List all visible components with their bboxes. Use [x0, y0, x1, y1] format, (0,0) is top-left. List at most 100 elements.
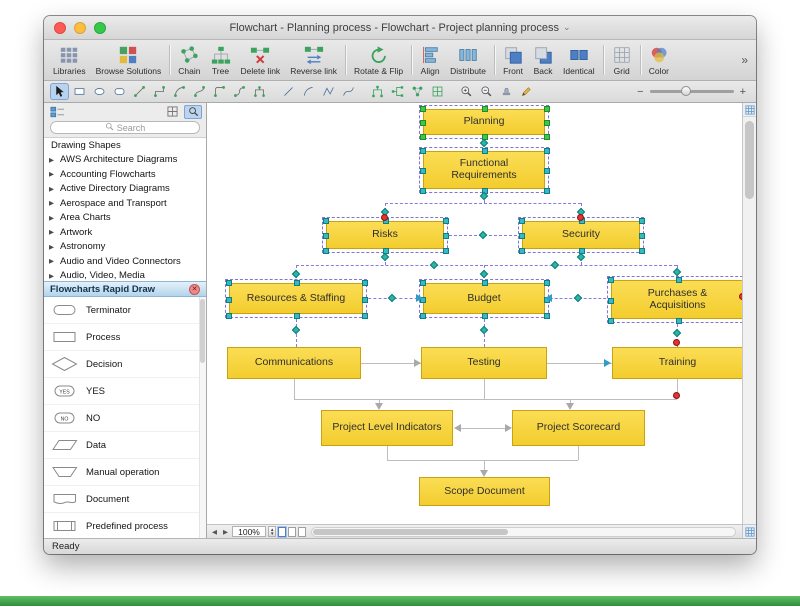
shape-item-yes[interactable]: YESYES [44, 378, 206, 405]
zoom-out-tool[interactable] [477, 83, 496, 100]
zoom-slider-track[interactable] [650, 90, 734, 93]
prev-page-button[interactable]: ◀ [210, 528, 219, 536]
vertical-scrollbar[interactable] [742, 103, 756, 524]
toolbar-back-button[interactable]: Back [528, 43, 558, 77]
selection-handle[interactable] [544, 148, 550, 154]
expand-triangle-icon[interactable]: ▶ [49, 170, 56, 178]
connector-midpoint-handle[interactable] [480, 270, 488, 278]
flowchart-node-risks[interactable]: Risks [326, 221, 444, 249]
close-window-button[interactable] [54, 22, 66, 34]
selection-handle[interactable] [676, 318, 682, 324]
flowchart-node-project-scorecard[interactable]: Project Scorecard [512, 410, 645, 446]
selection-handle[interactable] [226, 280, 232, 286]
connector-midpoint-handle[interactable] [673, 329, 681, 337]
selection-handle[interactable] [639, 218, 645, 224]
connection-point-dot[interactable] [577, 214, 584, 221]
connector-midpoint-handle[interactable] [292, 326, 300, 334]
horizontal-scrollbar[interactable] [311, 527, 736, 537]
connector-midpoint-handle[interactable] [388, 294, 396, 302]
connector-midpoint-handle[interactable] [551, 261, 559, 269]
toolbar-libraries-button[interactable]: Libraries [48, 43, 91, 77]
page-tab-1[interactable] [278, 527, 286, 537]
toolbar-rotate-flip-button[interactable]: Rotate & Flip [349, 43, 408, 77]
selection-handle[interactable] [544, 120, 550, 126]
selection-handle[interactable] [323, 233, 329, 239]
expand-triangle-icon[interactable]: ▶ [49, 272, 56, 280]
zoom-slider-thumb[interactable] [681, 86, 691, 96]
library-search-button[interactable] [184, 105, 202, 119]
selection-handle[interactable] [420, 106, 426, 112]
selection-handle[interactable] [443, 218, 449, 224]
toolbar-distribute-button[interactable]: Distribute [445, 43, 491, 77]
connector-midpoint-handle[interactable] [480, 139, 488, 147]
connector-gray-h[interactable] [294, 399, 677, 400]
toolbar-tree-button[interactable]: Tree [206, 43, 236, 77]
expand-triangle-icon[interactable]: ▶ [49, 243, 56, 251]
expand-triangle-icon[interactable]: ▶ [49, 185, 56, 193]
connection-point-dot[interactable] [381, 214, 388, 221]
library-item-active-directory-diagrams[interactable]: ▶Active Directory Diagrams [44, 182, 206, 197]
connector-gray-v[interactable] [484, 379, 485, 399]
flowchart-node-communications[interactable]: Communications [227, 347, 361, 379]
selection-handle[interactable] [443, 233, 449, 239]
library-item-drawing-shapes[interactable]: Drawing Shapes [44, 138, 206, 153]
flowchart-node-functional-requirements[interactable]: Functional Requirements [423, 151, 545, 189]
connector-midpoint-handle[interactable] [574, 294, 582, 302]
rapid-tree-horizontal-tool[interactable] [388, 83, 407, 100]
library-item-audio-and-video-connectors[interactable]: ▶Audio and Video Connectors [44, 254, 206, 269]
selection-handle[interactable] [420, 188, 426, 194]
shape-list-scrollbar[interactable] [199, 297, 206, 538]
expand-triangle-icon[interactable]: ▶ [49, 228, 56, 236]
shape-item-no[interactable]: NONO [44, 405, 206, 432]
ellipse-tool[interactable] [90, 83, 109, 100]
connector-gray-v[interactable] [294, 379, 295, 399]
library-item-area-charts[interactable]: ▶Area Charts [44, 211, 206, 226]
toolbar-overflow-button[interactable]: » [737, 53, 752, 67]
rapid-grid-tool[interactable] [428, 83, 447, 100]
toolbar-align-button[interactable]: Align [415, 43, 445, 77]
selection-handle[interactable] [482, 148, 488, 154]
connector-dashed-h[interactable] [385, 203, 581, 204]
canvas[interactable]: Planning Functional Requirements Risks Secu… [207, 103, 742, 524]
selection-handle[interactable] [443, 248, 449, 254]
connector-midpoint-handle[interactable] [430, 261, 438, 269]
flowchart-node-planning[interactable]: Planning [423, 109, 545, 135]
selection-handle[interactable] [544, 188, 550, 194]
flowchart-node-project-level-indicators[interactable]: Project Level Indicators [321, 410, 453, 446]
shape-scroll-thumb[interactable] [200, 299, 205, 363]
minimize-window-button[interactable] [74, 22, 86, 34]
selection-handle[interactable] [544, 134, 550, 140]
selection-handle[interactable] [639, 233, 645, 239]
connector-gray-h[interactable] [387, 460, 578, 461]
selection-handle[interactable] [608, 318, 614, 324]
selection-handle[interactable] [420, 134, 426, 140]
connector-gray-h[interactable] [547, 363, 612, 364]
shape-item-predefined-process[interactable]: Predefined process [44, 513, 206, 538]
toolbar-chain-button[interactable]: Chain [173, 43, 205, 77]
selection-handle[interactable] [544, 280, 550, 286]
arc-tool[interactable] [299, 83, 318, 100]
selection-tool[interactable] [50, 83, 69, 100]
spline-tool[interactable] [339, 83, 358, 100]
shape-item-document[interactable]: Document [44, 486, 206, 513]
horizontal-scroll-thumb[interactable] [313, 529, 507, 535]
selection-handle[interactable] [482, 106, 488, 112]
selection-handle[interactable] [482, 280, 488, 286]
zoom-out-icon[interactable]: − [637, 86, 643, 98]
next-page-button[interactable]: ▶ [221, 528, 230, 536]
connection-point-dot[interactable] [739, 293, 742, 300]
toolbar-reverse-link-button[interactable]: Reverse link [285, 43, 342, 77]
expand-triangle-icon[interactable]: ▶ [49, 156, 56, 164]
connector-midpoint-handle[interactable] [479, 231, 487, 239]
search-input[interactable]: Search [50, 121, 200, 134]
rectangle-tool[interactable] [70, 83, 89, 100]
selection-handle[interactable] [544, 106, 550, 112]
flowchart-node-security[interactable]: Security [522, 221, 640, 249]
selection-handle[interactable] [420, 280, 426, 286]
shape-item-manual-operation[interactable]: Manual operation [44, 459, 206, 486]
toolbar-color-button[interactable]: Color [644, 43, 674, 77]
selection-handle[interactable] [362, 297, 368, 303]
connector-gray-h[interactable] [361, 363, 421, 364]
selection-handle[interactable] [226, 313, 232, 319]
connection-point-dot[interactable] [673, 392, 680, 399]
